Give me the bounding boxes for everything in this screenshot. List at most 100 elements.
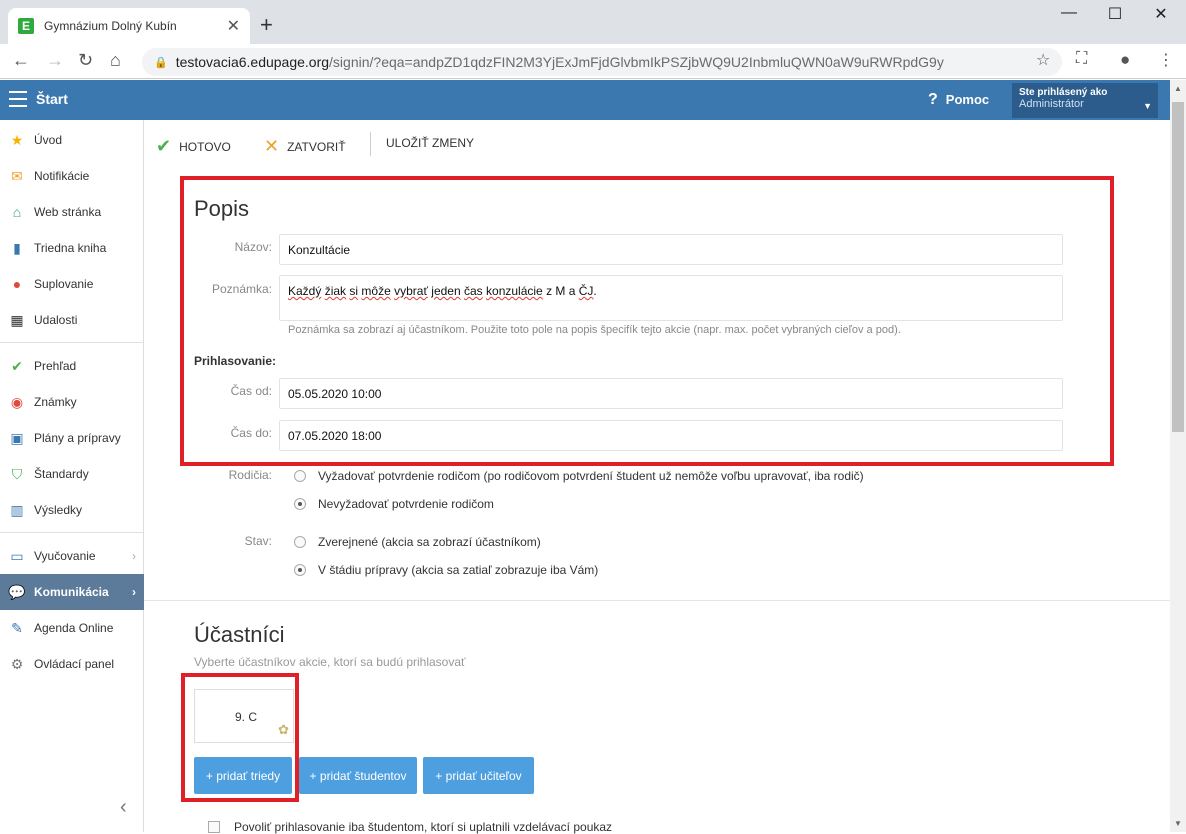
close-button[interactable]: ✕ ZATVORIŤ [264, 136, 346, 157]
radio-icon[interactable] [294, 536, 306, 548]
page-scrollbar[interactable]: ▲ ▼ [1170, 80, 1186, 832]
sidebar-item-label: Prehľad [34, 359, 77, 373]
main-content: ✔ HOTOVO ✕ ZATVORIŤ ULOŽIŤ ZMENY Popis Náz… [144, 120, 1170, 834]
participants-title: Účastníci [194, 622, 285, 647]
sidebar-item-znamky[interactable]: ◉ Známky [0, 384, 144, 420]
window-close-icon[interactable]: ✕ [1138, 4, 1184, 24]
address-bar[interactable]: 🔒 testovacia6.edupage.org/signin/?eqa=an… [142, 48, 1062, 76]
check-icon: ✔ [156, 136, 172, 156]
sidebar-divider [0, 342, 144, 343]
home-icon[interactable]: ⌂ [110, 50, 121, 71]
sidebar-item-label: Vyučovanie [34, 549, 96, 563]
sidebar: ★ Úvod ✉ Notifikácie ⌂ Web stránka ▮ Triedna… [0, 120, 144, 832]
edupage-favicon-icon: E [18, 18, 34, 34]
back-icon[interactable]: ← [12, 50, 30, 71]
scroll-down-icon[interactable]: ▼ [1174, 819, 1182, 828]
tab-close-icon[interactable]: ✕ [227, 16, 240, 36]
url-host: testovacia6.edupage.org [175, 54, 330, 70]
checkbox-icon[interactable] [208, 821, 220, 833]
sidebar-item-vysledky[interactable]: ▥ Výsledky [0, 492, 144, 528]
briefcase-icon: ▣ [10, 429, 24, 446]
cast-icon[interactable]: ⛶ [1076, 50, 1087, 68]
sidebar-item-label: Triedna kniha [34, 241, 107, 255]
scroll-thumb[interactable] [1172, 102, 1184, 432]
sidebar-item-label: Výsledky [34, 503, 83, 517]
sidebar-item-label: Udalosti [34, 313, 78, 327]
sidebar-item-uvod[interactable]: ★ Úvod [0, 122, 144, 158]
tab-title: Gymnázium Dolný Kubín [44, 19, 177, 33]
sidebar-item-label: Štandardy [34, 467, 89, 481]
login-dropdown[interactable]: Ste prihlásený ako Administrátor ▼ [1012, 83, 1158, 118]
sidebar-item-ovladaci-panel[interactable]: ⚙ Ovládací panel [0, 646, 144, 682]
section-divider [144, 600, 1170, 601]
sidebar-item-label: Web stránka [34, 205, 102, 219]
question-icon: ? [928, 91, 938, 108]
sidebar-item-label: Známky [34, 395, 77, 409]
home-icon: ⌂ [12, 204, 22, 220]
forward-icon[interactable]: → [46, 50, 64, 71]
collapse-sidebar-icon[interactable]: ‹ [120, 796, 127, 819]
browser-tab[interactable]: E Gymnázium Dolný Kubín ✕ [8, 8, 250, 44]
app-header: Štart ? Pomoc Ste prihlásený ako Administ… [0, 80, 1170, 120]
sidebar-item-label: Suplovanie [34, 277, 94, 291]
check-circle-icon: ✔ [11, 357, 23, 374]
state-option-draft[interactable]: V štádiu prípravy (akcia sa zatiaľ zobra… [294, 563, 598, 577]
lock-icon: 🔒 [154, 56, 168, 69]
sidebar-item-notifikacie[interactable]: ✉ Notifikácie [0, 158, 144, 194]
save-button[interactable]: ULOŽIŤ ZMENY [386, 136, 474, 150]
sidebar-item-label: Agenda Online [34, 621, 114, 635]
sidebar-item-label: Plány a prípravy [34, 431, 121, 445]
sidebar-item-label: Ovládací panel [34, 657, 115, 671]
sidebar-item-komunikacia[interactable]: 💬 Komunikácia › [0, 574, 144, 610]
sidebar-item-udalosti[interactable]: ▦ Udalosti [0, 302, 144, 338]
radio-selected-icon[interactable] [294, 498, 306, 510]
close-label: ZATVORIŤ [287, 139, 346, 154]
sidebar-item-agenda-online[interactable]: ✎ Agenda Online [0, 610, 144, 646]
scroll-up-icon[interactable]: ▲ [1174, 84, 1182, 93]
hamburger-menu-icon[interactable] [9, 91, 27, 107]
envelope-icon: ✉ [11, 167, 23, 184]
sidebar-item-prehlad[interactable]: ✔ Prehľad [0, 348, 144, 384]
save-label: ULOŽIŤ ZMENY [386, 136, 475, 150]
shield-icon: ⛉ [11, 465, 23, 482]
sidebar-item-plany[interactable]: ▣ Plány a prípravy [0, 420, 144, 456]
chat-icon: 💬 [8, 583, 26, 600]
header-title[interactable]: Štart [36, 91, 68, 107]
done-label: HOTOVO [179, 139, 231, 154]
bar-chart-icon: ▥ [10, 501, 24, 518]
chevron-right-icon: › [132, 585, 136, 599]
bookmark-star-icon[interactable]: ☆ [1036, 50, 1050, 70]
caret-down-icon: ▼ [1143, 101, 1152, 111]
login-user: Administrátor [1019, 98, 1084, 110]
help-label: Pomoc [945, 92, 990, 107]
radio-icon[interactable] [294, 470, 306, 482]
minimize-icon[interactable]: — [1046, 4, 1092, 22]
done-button[interactable]: ✔ HOTOVO [156, 136, 231, 157]
parents-option-require[interactable]: Vyžadovať potvrdenie rodičom (po rodičov… [294, 469, 864, 483]
radio-selected-icon[interactable] [294, 564, 306, 576]
profile-icon[interactable]: ● [1120, 50, 1130, 70]
pen-icon: ✎ [11, 619, 23, 636]
gear-icon: ⚙ [10, 655, 24, 672]
state-label: Stav: [244, 534, 272, 548]
highlight-box-participants [181, 673, 299, 802]
sidebar-item-triedna-kniha[interactable]: ▮ Triedna kniha [0, 230, 144, 266]
state-option-published[interactable]: Zverejnené (akcia sa zobrazí účastníkom) [294, 535, 541, 549]
sidebar-item-suplovanie[interactable]: ● Suplovanie [0, 266, 144, 302]
person-icon: ● [12, 276, 22, 292]
action-bar: ✔ HOTOVO ✕ ZATVORIŤ ULOŽIŤ ZMENY [144, 120, 1170, 166]
menu-dots-icon[interactable]: ⋮ [1158, 50, 1174, 70]
add-students-button[interactable]: + pridať študentov [299, 757, 417, 794]
add-teachers-button[interactable]: + pridať učiteľov [423, 757, 534, 794]
maximize-icon[interactable]: ☐ [1092, 4, 1138, 24]
grades-icon: ◉ [10, 393, 24, 410]
sidebar-item-vyucovanie[interactable]: ▭ Vyučovanie › [0, 538, 144, 574]
sidebar-item-label: Notifikácie [34, 169, 90, 183]
sidebar-item-standardy[interactable]: ⛉ Štandardy [0, 456, 144, 492]
parents-option-no-require[interactable]: Nevyžadovať potvrdenie rodičom [294, 497, 494, 511]
close-icon: ✕ [264, 136, 280, 156]
sidebar-item-web-stranka[interactable]: ⌂ Web stránka [0, 194, 144, 230]
new-tab-icon[interactable]: + [260, 14, 273, 36]
help-button[interactable]: ? Pomoc [928, 91, 989, 109]
reload-icon[interactable]: ↻ [78, 50, 93, 71]
